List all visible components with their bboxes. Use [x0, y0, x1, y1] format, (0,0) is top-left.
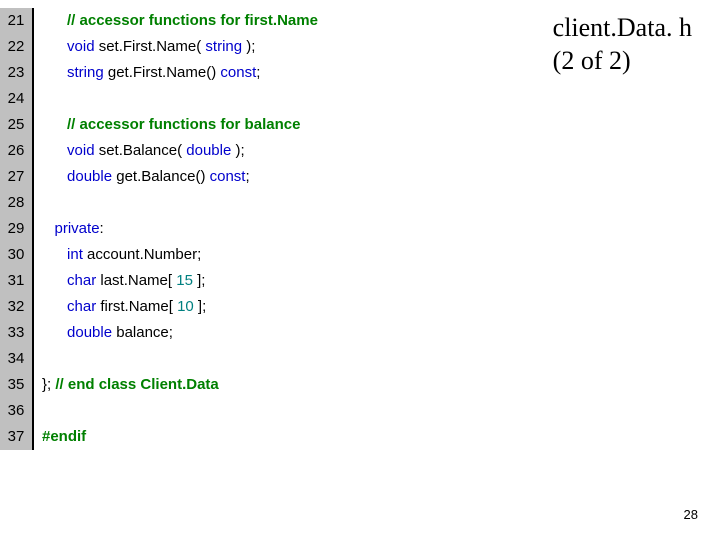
slide-title: client.Data. h (2 of 2): [553, 12, 692, 77]
code-token: // accessor functions for balance: [67, 116, 300, 133]
code-token: char: [67, 298, 96, 315]
code-content: }; // end class Client.Data: [34, 372, 219, 398]
code-content: char first.Name[ 10 ];: [34, 294, 206, 320]
code-content: // accessor functions for first.Name: [34, 8, 318, 34]
code-token: char: [67, 272, 96, 289]
code-token: string: [205, 38, 242, 55]
code-content: char last.Name[ 15 ];: [34, 268, 205, 294]
code-line: 31 char last.Name[ 15 ];: [0, 268, 318, 294]
line-number: 29: [0, 216, 34, 242]
code-token: get.First.Name(): [104, 64, 221, 81]
code-token: ];: [194, 298, 207, 315]
code-token: last.Name[: [96, 272, 176, 289]
line-number: 25: [0, 112, 34, 138]
code-content: void set.Balance( double );: [34, 138, 245, 164]
code-token: double: [67, 168, 112, 185]
line-number: 37: [0, 424, 34, 450]
code-token: };: [42, 376, 55, 393]
code-line: 21 // accessor functions for first.Name: [0, 8, 318, 34]
code-content: void set.First.Name( string );: [34, 34, 255, 60]
code-listing: 21 // accessor functions for first.Name2…: [0, 8, 318, 450]
code-token: string: [67, 64, 104, 81]
line-number: 32: [0, 294, 34, 320]
code-content: int account.Number;: [34, 242, 201, 268]
line-number: 28: [0, 190, 34, 216]
line-number: 36: [0, 398, 34, 424]
code-token: set.First.Name(: [95, 38, 206, 55]
code-content: double balance;: [34, 320, 173, 346]
code-token: );: [242, 38, 255, 55]
code-token: set.Balance(: [95, 142, 187, 159]
code-line: 35}; // end class Client.Data: [0, 372, 318, 398]
code-line: 27 double get.Balance() const;: [0, 164, 318, 190]
page-number: 28: [684, 507, 698, 522]
line-number: 30: [0, 242, 34, 268]
code-line: 36: [0, 398, 318, 424]
code-token: 10: [177, 298, 194, 315]
line-number: 26: [0, 138, 34, 164]
code-token: ;: [256, 64, 260, 81]
code-content: // accessor functions for balance: [34, 112, 300, 138]
line-number: 34: [0, 346, 34, 372]
code-line: 28: [0, 190, 318, 216]
code-token: double: [67, 324, 112, 341]
code-line: 33 double balance;: [0, 320, 318, 346]
code-token: void: [67, 38, 95, 55]
code-line: 23 string get.First.Name() const;: [0, 60, 318, 86]
code-token: const: [210, 168, 246, 185]
line-number: 35: [0, 372, 34, 398]
code-token: // accessor functions for first.Name: [67, 12, 318, 29]
title-line-1: client.Data. h: [553, 12, 692, 45]
code-line: 22 void set.First.Name( string );: [0, 34, 318, 60]
line-number: 21: [0, 8, 34, 34]
code-token: get.Balance(): [112, 168, 210, 185]
code-content: private:: [34, 216, 104, 242]
code-token: 15: [176, 272, 193, 289]
code-token: private: [55, 220, 100, 237]
code-token: ;: [245, 168, 249, 185]
code-token: void: [67, 142, 95, 159]
code-token: balance;: [112, 324, 173, 341]
line-number: 31: [0, 268, 34, 294]
line-number: 23: [0, 60, 34, 86]
line-number: 24: [0, 86, 34, 112]
line-number: 27: [0, 164, 34, 190]
title-line-2: (2 of 2): [553, 45, 692, 78]
code-line: 29 private:: [0, 216, 318, 242]
code-token: );: [231, 142, 244, 159]
line-number: 22: [0, 34, 34, 60]
code-content: string get.First.Name() const;: [34, 60, 260, 86]
code-token: double: [186, 142, 231, 159]
code-token: #endif: [42, 428, 86, 445]
code-line: 26 void set.Balance( double );: [0, 138, 318, 164]
code-line: 34: [0, 346, 318, 372]
slide: client.Data. h (2 of 2) 21 // accessor f…: [0, 0, 720, 540]
code-token: ];: [193, 272, 206, 289]
code-line: 24: [0, 86, 318, 112]
code-line: 30 int account.Number;: [0, 242, 318, 268]
code-line: 32 char first.Name[ 10 ];: [0, 294, 318, 320]
code-content: #endif: [34, 424, 86, 450]
code-token: int: [67, 246, 83, 263]
code-line: 37 #endif: [0, 424, 318, 450]
code-token: first.Name[: [96, 298, 177, 315]
line-number: 33: [0, 320, 34, 346]
code-content: double get.Balance() const;: [34, 164, 250, 190]
code-token: :: [100, 220, 104, 237]
code-token: account.Number;: [83, 246, 201, 263]
code-token: // end class Client.Data: [55, 376, 218, 393]
code-token: const: [220, 64, 256, 81]
code-line: 25 // accessor functions for balance: [0, 112, 318, 138]
